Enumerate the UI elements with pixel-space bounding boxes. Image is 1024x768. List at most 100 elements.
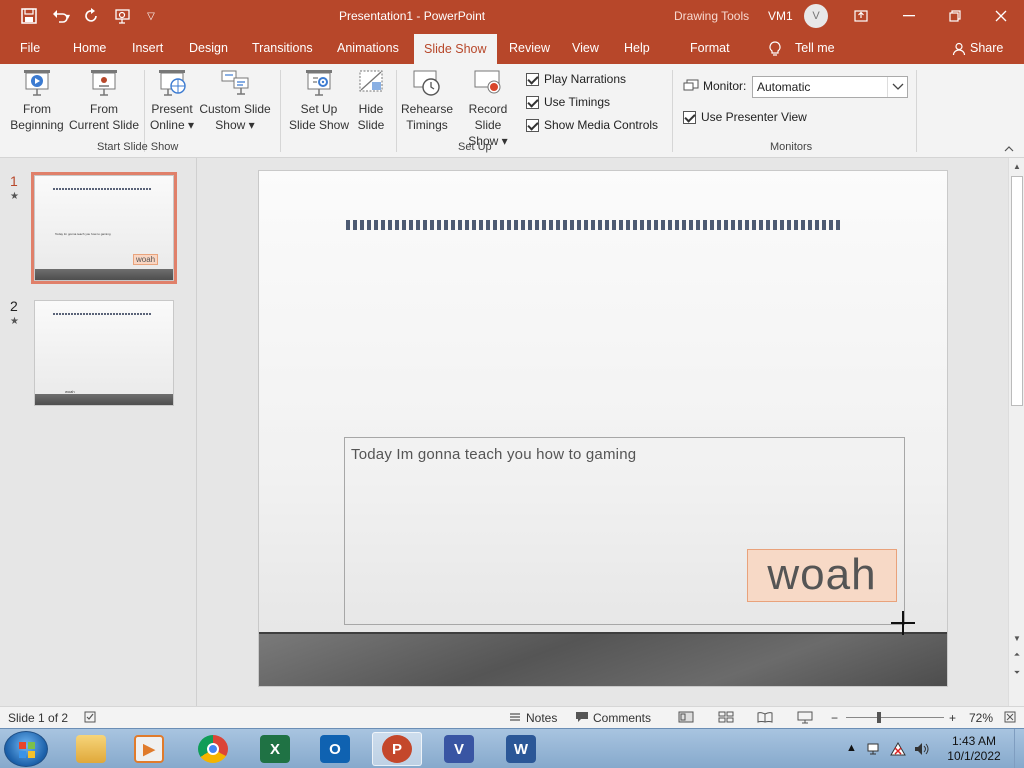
- tab-review[interactable]: Review: [507, 32, 552, 64]
- slide-show-view-icon[interactable]: [797, 711, 813, 727]
- rehearse-label-2: Timings: [406, 118, 448, 132]
- volume-icon[interactable]: [914, 742, 930, 759]
- undo-dropdown-icon[interactable]: ▾: [60, 0, 76, 32]
- share-button[interactable]: Share: [968, 32, 1005, 64]
- present-online-button[interactable]: Present Online ▾: [148, 68, 196, 133]
- tab-view[interactable]: View: [570, 32, 601, 64]
- zoom-slider-track[interactable]: [846, 717, 944, 718]
- restore-icon[interactable]: [932, 0, 978, 32]
- tab-slide-show[interactable]: Slide Show: [414, 34, 497, 64]
- person-icon[interactable]: [950, 32, 968, 64]
- chevron-down-icon[interactable]: [887, 77, 907, 97]
- slide-sorter-icon[interactable]: [718, 711, 734, 726]
- comments-button[interactable]: Comments: [593, 711, 651, 725]
- avatar[interactable]: V: [804, 4, 828, 28]
- chrome-icon[interactable]: [188, 732, 238, 766]
- thumbnail-footer: [35, 394, 173, 405]
- rehearse-timings-button[interactable]: Rehearse Timings: [400, 68, 454, 133]
- system-clock[interactable]: 1:43 AM 10/1/2022: [944, 734, 1004, 764]
- previous-slide-icon[interactable]: ⏶: [1009, 648, 1024, 662]
- redo-icon[interactable]: [77, 0, 107, 32]
- tab-home[interactable]: Home: [71, 32, 108, 64]
- custom-slide-show-button[interactable]: Custom Slide Show ▾: [198, 68, 272, 133]
- tell-me-search[interactable]: Tell me: [793, 32, 837, 64]
- close-icon[interactable]: [978, 0, 1024, 32]
- animation-star-icon: ★: [10, 191, 19, 202]
- current-slide[interactable]: Today Im gonna teach you how to gaming w…: [258, 170, 948, 687]
- normal-view-icon[interactable]: [678, 711, 694, 726]
- reading-view-icon[interactable]: [757, 711, 773, 726]
- vertical-scrollbar[interactable]: ▲ ▼ ⏶ ⏷: [1008, 158, 1024, 706]
- tab-help[interactable]: Help: [622, 32, 652, 64]
- ribbon-display-icon[interactable]: [838, 0, 884, 32]
- tab-file[interactable]: File: [18, 32, 42, 64]
- slide-thumbnail-2[interactable]: woah: [34, 300, 174, 406]
- powerpoint-taskbar-button[interactable]: P: [372, 732, 422, 766]
- save-icon[interactable]: [14, 0, 44, 32]
- play-narrations-checkbox[interactable]: Play Narrations: [526, 72, 626, 86]
- checkbox-checked[interactable]: [683, 110, 696, 124]
- spellcheck-icon[interactable]: [84, 711, 98, 726]
- slide-thumbnails-pane: 1 ★ Today Im gonna teach you how to gami…: [0, 158, 197, 706]
- hide-slide-label-1: Hide: [358, 102, 384, 116]
- word-icon[interactable]: W: [496, 732, 546, 766]
- tab-animations[interactable]: Animations: [335, 32, 401, 64]
- show-media-controls-checkbox[interactable]: Show Media Controls: [526, 118, 658, 132]
- woah-text-box[interactable]: woah: [747, 549, 897, 602]
- scroll-down-icon[interactable]: ▼: [1009, 632, 1024, 646]
- tab-insert[interactable]: Insert: [130, 32, 165, 64]
- network-icon[interactable]: [866, 742, 882, 759]
- from-current-slide-button[interactable]: From Current Slide: [68, 68, 140, 133]
- setup-show-icon: [306, 70, 332, 96]
- present-online-label-1: Present: [151, 102, 193, 116]
- notes-button[interactable]: Notes: [526, 711, 557, 725]
- slide-editing-area[interactable]: Today Im gonna teach you how to gaming w…: [198, 158, 1008, 706]
- lightbulb-icon[interactable]: [766, 32, 784, 64]
- zoom-out-icon[interactable]: −: [831, 711, 838, 725]
- slide-thumbnail-1[interactable]: Today Im gonna teach you how to gaming w…: [31, 172, 177, 284]
- zoom-in-icon[interactable]: +: [949, 711, 956, 725]
- customize-qat-icon[interactable]: ▽: [136, 0, 166, 32]
- checkbox-checked[interactable]: [526, 118, 539, 132]
- ribbon-separator: [916, 70, 917, 152]
- from-beginning-button[interactable]: From Beginning: [8, 68, 66, 133]
- use-presenter-view-checkbox[interactable]: Use Presenter View: [683, 110, 807, 124]
- show-hidden-icons-icon[interactable]: ▲: [846, 742, 857, 754]
- tab-transitions[interactable]: Transitions: [250, 32, 315, 64]
- notes-icon[interactable]: [509, 711, 521, 726]
- checkbox-checked[interactable]: [526, 72, 539, 86]
- presentation-icon[interactable]: [108, 0, 138, 32]
- thumbnail-stripe: [53, 188, 151, 190]
- zoom-slider-knob[interactable]: [877, 712, 881, 723]
- outlook-icon[interactable]: O: [310, 732, 360, 766]
- hide-slide-button[interactable]: Hide Slide: [352, 68, 390, 133]
- present-online-label-2: Online: [149, 118, 185, 132]
- set-up-slide-show-button[interactable]: Set Up Slide Show: [286, 68, 352, 133]
- scroll-thumb[interactable]: [1011, 176, 1023, 406]
- tab-design[interactable]: Design: [187, 32, 230, 64]
- comment-icon[interactable]: [575, 711, 589, 726]
- checkbox-checked[interactable]: [526, 95, 539, 109]
- hide-slide-icon: [359, 70, 383, 92]
- visio-icon[interactable]: V: [434, 732, 484, 766]
- media-player-icon[interactable]: ▶: [124, 732, 174, 766]
- excel-icon[interactable]: X: [250, 732, 300, 766]
- scroll-up-icon[interactable]: ▲: [1009, 160, 1024, 174]
- start-button[interactable]: [4, 731, 48, 767]
- collapse-ribbon-icon[interactable]: [1004, 144, 1014, 154]
- action-center-icon[interactable]: [890, 742, 906, 759]
- file-explorer-icon[interactable]: [66, 732, 116, 766]
- user-name[interactable]: VM1: [768, 9, 793, 23]
- set-up-group-label: Set Up: [458, 141, 492, 153]
- slide-body-text[interactable]: Today Im gonna teach you how to gaming: [351, 446, 636, 463]
- use-timings-checkbox[interactable]: Use Timings: [526, 95, 610, 109]
- monitor-select[interactable]: Automatic: [752, 76, 908, 98]
- next-slide-icon[interactable]: ⏷: [1009, 666, 1024, 680]
- fit-slide-icon[interactable]: [1004, 711, 1016, 726]
- record-slide-show-button[interactable]: Record Slide Show ▾: [454, 68, 522, 149]
- show-desktop-button[interactable]: [1014, 729, 1024, 768]
- from-beginning-label-2: Beginning: [10, 118, 64, 132]
- tab-format[interactable]: Format: [688, 32, 732, 64]
- minimize-icon[interactable]: [886, 0, 932, 32]
- zoom-level[interactable]: 72%: [969, 711, 993, 725]
